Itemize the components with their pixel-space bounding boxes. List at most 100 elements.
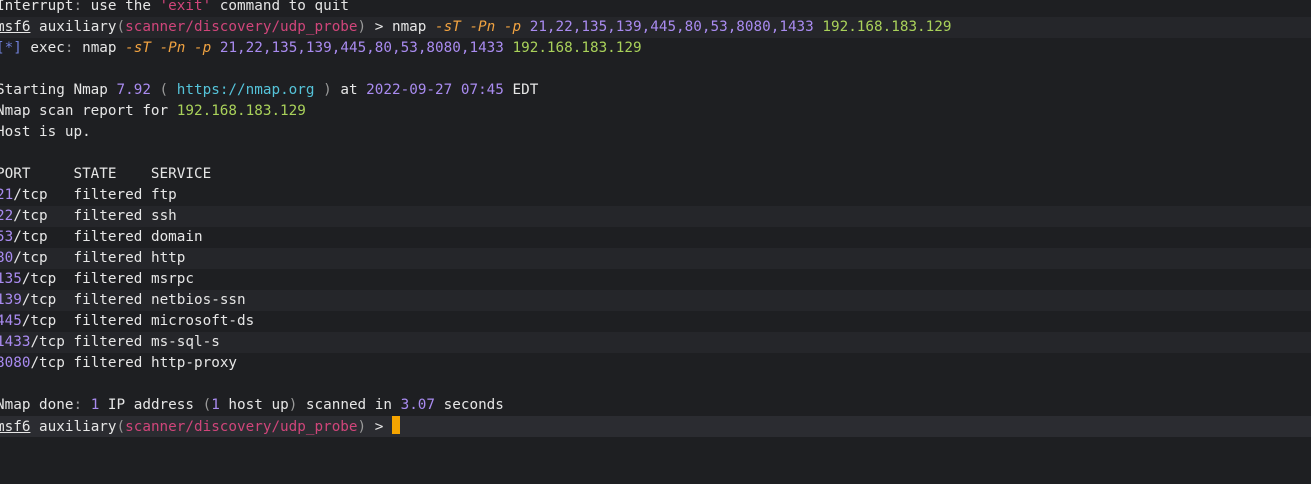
exec-star: *: [4, 40, 14, 56]
nmap-done-line: Nmap done: 1 IP address (1 host up) scan…: [0, 395, 1311, 416]
host-status-line: Host is up.: [0, 122, 1311, 143]
port-state: filtered: [73, 334, 143, 350]
host-up-text: host up: [219, 397, 289, 413]
command-line: msf6 auxiliary(scanner/discovery/udp_pro…: [0, 17, 1311, 38]
port-row: 22/tcp filtered ssh: [0, 206, 1311, 227]
exec-target-ip: 192.168.183.129: [512, 40, 642, 56]
terminal-cursor[interactable]: [391, 416, 400, 434]
port-service: ssh: [150, 208, 177, 224]
exit-keyword: 'exit': [159, 0, 212, 14]
port-number: 139: [0, 292, 22, 308]
flag-st: -sT: [435, 19, 461, 35]
port-padding: [48, 187, 74, 203]
scan-report-line: Nmap scan report for 192.168.183.129: [0, 101, 1311, 122]
port-padding: [48, 250, 74, 266]
done-paren-open: (: [202, 397, 212, 413]
prompt-arrow: >: [366, 19, 392, 35]
port-row: 53/tcp filtered domain: [0, 227, 1311, 248]
nmap-start-text: Starting Nmap: [0, 82, 117, 98]
port-state: filtered: [73, 271, 143, 287]
at-text: at: [340, 82, 367, 98]
interrupt-colon: :: [73, 0, 83, 14]
port-state: filtered: [73, 208, 143, 224]
port-number: 8080: [0, 355, 31, 371]
done-mid-text: IP address: [99, 397, 203, 413]
port-protocol: /tcp: [13, 208, 48, 224]
port-protocol: /tcp: [13, 187, 48, 203]
nmap-url-link[interactable]: https://nmap.org: [177, 82, 315, 98]
port-padding: [56, 271, 73, 287]
module-path: scanner/discovery/udp_probe: [125, 19, 358, 35]
port-number: 22: [0, 208, 14, 224]
prompt-paren-close: ): [357, 19, 367, 35]
nmap-start-line: Starting Nmap 7.92 ( https://nmap.org ) …: [0, 80, 1311, 101]
port-list: 21,22,135,139,445,80,53,8080,1433: [529, 19, 814, 35]
port-protocol: /tcp: [21, 313, 57, 329]
port-service: msrpc: [150, 271, 195, 287]
ports-table: 21/tcp filtered ftp 22/tcp filtered ssh 53…: [0, 185, 1311, 374]
final-paren-close: ): [357, 419, 367, 435]
port-service: microsoft-ds: [150, 313, 255, 329]
port-state: filtered: [73, 292, 143, 308]
scan-timezone: EDT: [503, 82, 539, 98]
port-number: 445: [0, 313, 22, 329]
final-module-type: auxiliary: [39, 419, 117, 435]
done-paren-close: ): [288, 397, 298, 413]
final-prompt-arrow: >: [366, 419, 392, 435]
exec-flag-p: -p: [194, 40, 212, 56]
port-number: 135: [0, 271, 22, 287]
scan-time: 07:45: [460, 82, 504, 98]
prompt-paren-open: (: [116, 19, 126, 35]
port-row: 1433/tcp filtered ms-sql-s: [0, 332, 1311, 353]
module-type: auxiliary: [39, 19, 117, 35]
exec-flag-pn: -Pn: [159, 40, 186, 56]
scanned-in-text: scanned in: [297, 397, 401, 413]
port-state: filtered: [73, 355, 143, 371]
exec-bracket-close: ]: [13, 40, 22, 56]
done-colon: :: [73, 397, 91, 413]
exec-flag-st: -sT: [125, 40, 151, 56]
interrupt-text: use the: [82, 0, 160, 14]
port-number: 53: [0, 229, 14, 245]
report-host-ip: 192.168.183.129: [176, 103, 306, 119]
command-name: nmap: [391, 19, 436, 35]
port-service: ftp: [150, 187, 177, 203]
flag-p: -p: [503, 19, 522, 35]
exec-port-list: 21,22,135,139,445,80,53,8080,1433: [219, 40, 504, 56]
table-header-text: PORT STATE SERVICE: [0, 166, 212, 182]
port-number: 21: [0, 187, 14, 203]
ports-table-header: PORT STATE SERVICE: [0, 164, 1311, 185]
port-number: 80: [0, 250, 14, 266]
flag-pn: -Pn: [469, 19, 496, 35]
active-prompt-line[interactable]: msf6 auxiliary(scanner/discovery/udp_pro…: [0, 416, 1311, 437]
port-service: http-proxy: [150, 355, 238, 371]
interrupt-hint-line: Interrupt: use the 'exit' command to qui…: [0, 0, 1311, 17]
interrupt-label: Interrupt: [0, 0, 74, 14]
scan-duration: 3.07: [400, 397, 436, 413]
target-ip: 192.168.183.129: [822, 19, 952, 35]
ip-count: 1: [90, 397, 100, 413]
scan-report-text: Nmap scan report for: [0, 103, 177, 119]
exec-line: [*] exec: nmap -sT -Pn -p 21,22,135,139,…: [0, 38, 1311, 59]
port-padding: [56, 313, 73, 329]
exec-label: exec: [21, 40, 65, 56]
port-protocol: /tcp: [13, 229, 48, 245]
port-padding: [48, 229, 74, 245]
nmap-version: 7.92: [116, 82, 151, 98]
port-service: domain: [150, 229, 203, 245]
interrupt-text-end: command to quit: [211, 0, 349, 14]
port-row: 445/tcp filtered microsoft-ds: [0, 311, 1311, 332]
port-row: 135/tcp filtered msrpc: [0, 269, 1311, 290]
port-state: filtered: [73, 313, 143, 329]
port-protocol: /tcp: [30, 355, 65, 371]
port-protocol: /tcp: [21, 271, 57, 287]
terminal-window[interactable]: Interrupt: use the 'exit' command to qui…: [0, 0, 1311, 484]
port-service: http: [150, 250, 186, 266]
port-row: 80/tcp filtered http: [0, 248, 1311, 269]
final-module-path: scanner/discovery/udp_probe: [125, 419, 358, 435]
hosts-up-count: 1: [211, 397, 220, 413]
port-number: 1433: [0, 334, 31, 350]
